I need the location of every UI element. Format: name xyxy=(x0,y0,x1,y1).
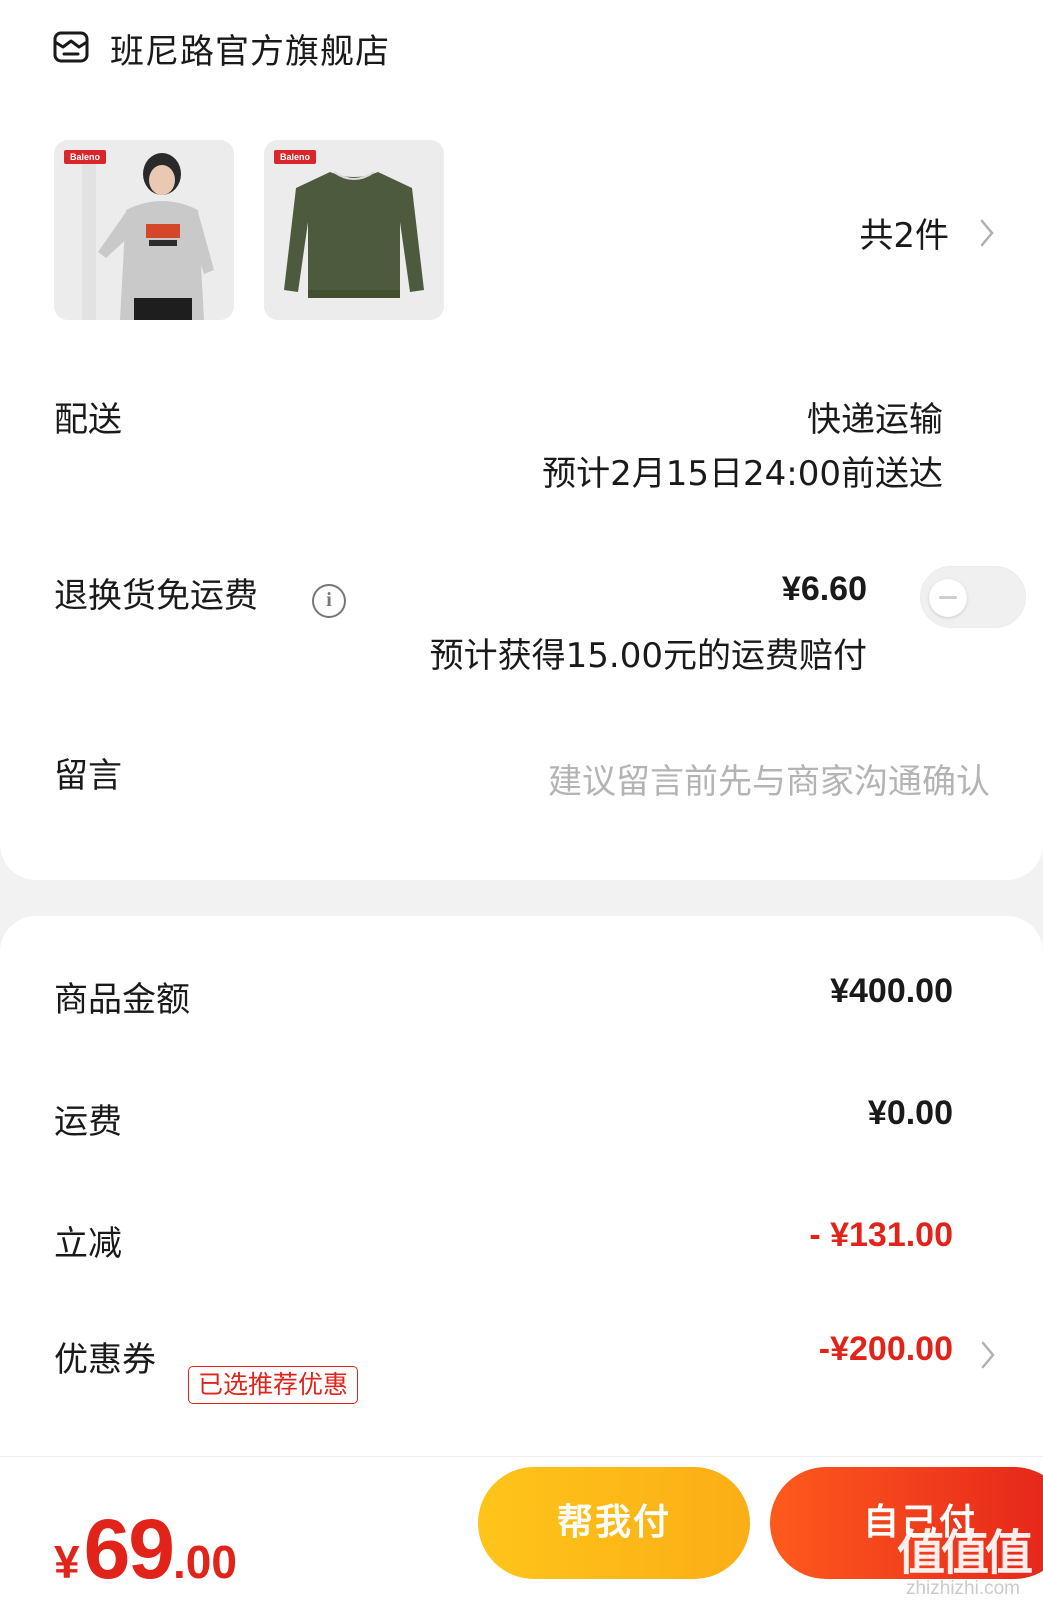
store-name: 班尼路官方旗舰店 xyxy=(110,31,390,72)
total-decimal: .00 xyxy=(173,1536,237,1588)
checkout-bar: ¥ 69 .00 帮我付 自己付 值值值 zhizhizhi.com xyxy=(0,1456,1043,1606)
item-count: 共2件 xyxy=(859,216,949,256)
delivery-label: 配送 xyxy=(54,400,122,440)
chevron-right-icon xyxy=(980,219,994,246)
watermark-logo: 值值值 xyxy=(896,1525,1033,1581)
info-icon[interactable]: i xyxy=(312,584,346,618)
product-image-sweatshirt-model xyxy=(54,140,234,320)
shipping-label: 运费 xyxy=(54,1102,122,1142)
chevron-right-icon xyxy=(981,1341,995,1369)
message-label: 留言 xyxy=(54,756,122,796)
brand-tag: Baleno xyxy=(64,150,107,164)
product-thumbnails[interactable]: Baleno Baleno xyxy=(54,140,474,320)
coupon-value: -¥200.00 xyxy=(818,1330,953,1368)
item-count-link[interactable]: 共2件 xyxy=(859,208,995,257)
return-insurance-price: ¥6.60 xyxy=(781,570,867,608)
return-insurance-toggle[interactable] xyxy=(920,566,1026,628)
return-insurance-note: 预计获得15.00元的运费赔付 xyxy=(429,636,867,676)
watermark: 值值值 zhizhizhi.com xyxy=(896,1525,1033,1600)
return-insurance-label: 退换货免运费 xyxy=(54,576,258,616)
order-card: 班尼路官方旗舰店 Baleno Baleno 共2件 配送 快递运输 预计2月1… xyxy=(0,0,1043,880)
coupon-badge: 已选推荐优惠 xyxy=(188,1366,359,1404)
shipping-value: ¥0.00 xyxy=(867,1094,953,1132)
discount-value: - ¥131.00 xyxy=(809,1216,953,1254)
goods-amount-label: 商品金额 xyxy=(54,980,190,1020)
brand-tag: Baleno xyxy=(274,150,317,164)
watermark-url: zhizhizhi.com xyxy=(905,1578,1021,1599)
help-pay-button[interactable]: 帮我付 xyxy=(478,1467,750,1579)
toggle-knob xyxy=(929,579,967,617)
total-currency: ¥ xyxy=(54,1536,80,1588)
delivery-method: 快递运输 xyxy=(807,400,943,440)
product-thumb-2[interactable]: Baleno xyxy=(264,140,444,320)
delivery-eta: 预计2月15日24:00前送达 xyxy=(542,454,943,494)
product-image-green-sweatshirt xyxy=(264,140,444,320)
store-header[interactable]: 班尼路官方旗舰店 xyxy=(52,26,390,72)
goods-amount-value: ¥400.00 xyxy=(830,972,953,1010)
total-integer: 69 xyxy=(83,1502,175,1596)
total-price: ¥ 69 .00 xyxy=(54,1501,237,1598)
message-input[interactable] xyxy=(260,762,990,802)
coupon-label: 优惠券 xyxy=(54,1340,156,1380)
store-icon xyxy=(53,31,89,63)
discount-label: 立减 xyxy=(54,1224,122,1264)
product-thumb-1[interactable]: Baleno xyxy=(54,140,234,320)
